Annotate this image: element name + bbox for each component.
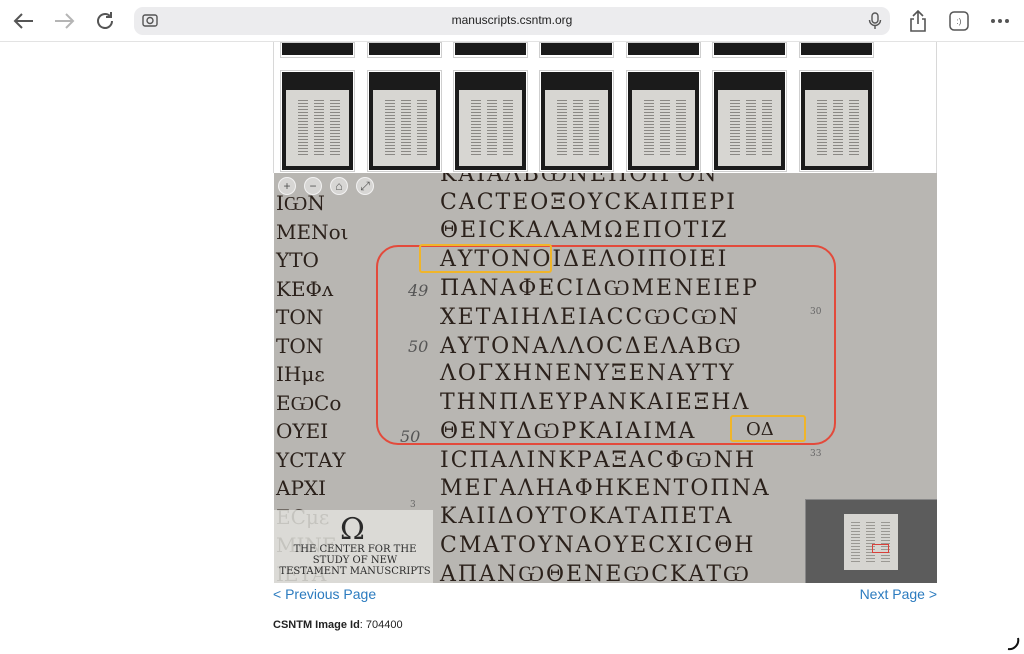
loading-spinner-icon — [1007, 637, 1020, 651]
browser-toolbar: manuscripts.csntm.org :) — [0, 0, 1024, 42]
manuscript-line: ΘΕΙϹΚΑΛΑΜΩΕΠΟΤΙΖ — [440, 218, 729, 244]
address-bar[interactable]: manuscripts.csntm.org — [134, 7, 890, 35]
home-button[interactable]: ⌂ — [330, 177, 348, 195]
left-column-line: ΜΕΝοι — [276, 219, 349, 244]
page-thumbnail[interactable] — [453, 70, 528, 172]
share-icon[interactable] — [904, 8, 932, 34]
manuscript-line: ΜΕΓΑΛΗΑΦΗΚΕΝΤΟΠΝΑ — [440, 475, 771, 501]
manuscript-viewer[interactable]: ΙѠΝ ΜΕΝοι ΥΤΟ ΚΕΦᴧ ΤΟΝ ΤΟΝ ΙΗμε ΕѠϹο ΟΥΕΙ ΥϹΤΑΥ ΑΡ… — [274, 173, 937, 583]
next-page-link[interactable]: Next Page > — [860, 586, 937, 602]
thumbnail-partial[interactable] — [280, 42, 355, 58]
manuscript-line: ϹΑϹΤΕΟΞΟΥϹΚΑΙΠΕΡΙ — [440, 189, 737, 215]
left-column-line: ΚΕΦᴧ — [276, 276, 334, 301]
thumbnail-partial[interactable] — [539, 42, 614, 58]
omega-symbol: Ω — [340, 512, 365, 547]
logo-text: The Center for the Study of New Testamen… — [279, 544, 431, 577]
left-column-line: ΙѠΝ — [276, 191, 325, 215]
highlight-word: ΟΔ — [730, 415, 806, 442]
forward-arrow-icon[interactable] — [50, 8, 78, 34]
image-id-label: CSNTM Image Id — [273, 619, 360, 631]
manuscript-line: ΙϹΠΑΛΙΝΚΡΑΞΑϹΦѠΝΗ — [440, 448, 757, 473]
thumbnail-partial[interactable] — [367, 42, 442, 58]
microphone-icon[interactable] — [868, 12, 882, 35]
navigator-minimap[interactable] — [805, 499, 937, 583]
thumbnail-partial[interactable] — [712, 42, 787, 58]
left-column-line: ΥϹΤΑΥ — [276, 447, 346, 472]
left-column-line: ΤΟΝ — [276, 333, 324, 358]
page-thumbnail[interactable] — [626, 70, 701, 172]
left-column-line: ΑΡΧΙ — [276, 476, 327, 500]
fullscreen-button[interactable]: ⤢ — [356, 177, 374, 195]
margin-number: 33 — [810, 449, 822, 459]
left-column-line: ΕѠϹο — [276, 390, 342, 415]
margin-number: 3 — [410, 500, 416, 510]
image-id: CSNTM Image Id: 704400 — [273, 619, 403, 631]
more-dots-icon[interactable] — [986, 8, 1014, 34]
thumbnail-partial[interactable] — [799, 42, 874, 58]
manuscript-line: ΑΠΑΝѠΘΕΝΕѠϹΚΑΤѠ — [440, 562, 751, 583]
csntm-logo: Ω The Center for the Study of New Testam… — [274, 510, 433, 583]
thumbnail-partial[interactable] — [453, 42, 528, 58]
minimap-viewport[interactable] — [872, 544, 889, 553]
page-thumbnail[interactable] — [367, 70, 442, 172]
left-column-line: ΙΗμε — [276, 362, 325, 386]
manuscript-line: ΚΑΙΙΔΟΥΤΟΚΑΤΑΠΕΤΑ — [440, 504, 734, 530]
left-column-line: ΟΥΕΙ — [276, 419, 329, 443]
page-thumbnail[interactable] — [539, 70, 614, 172]
page-thumbnail[interactable] — [712, 70, 787, 172]
extension-label: :) — [956, 16, 962, 26]
page-thumbnail[interactable] — [799, 70, 874, 172]
reload-icon[interactable] — [91, 8, 119, 34]
url-text[interactable]: manuscripts.csntm.org — [134, 13, 890, 27]
back-arrow-icon[interactable] — [10, 8, 38, 34]
thumbnail-partial[interactable] — [626, 42, 701, 58]
minimap-page — [844, 514, 898, 570]
zoom-in-button[interactable]: + — [278, 177, 296, 195]
highlight-word — [419, 244, 552, 273]
zoom-out-button[interactable]: − — [304, 177, 322, 195]
extension-button[interactable]: :) — [945, 8, 973, 34]
manuscript-line: ϹΜΑΤΟΥΝΑΟΥΕϹΧΙϹΘΗ — [440, 532, 756, 558]
previous-page-link[interactable]: < Previous Page — [273, 586, 376, 602]
page-thumbnail[interactable] — [280, 70, 355, 172]
manuscript-line: ΚΑΙΑΛΒѠΝΕΠΟΙΓΟΝ — [440, 173, 719, 187]
left-column-line: ΤΟΝ — [276, 305, 324, 329]
left-column-line: ΥΤΟ — [276, 248, 319, 272]
image-id-value: 704400 — [365, 619, 403, 631]
